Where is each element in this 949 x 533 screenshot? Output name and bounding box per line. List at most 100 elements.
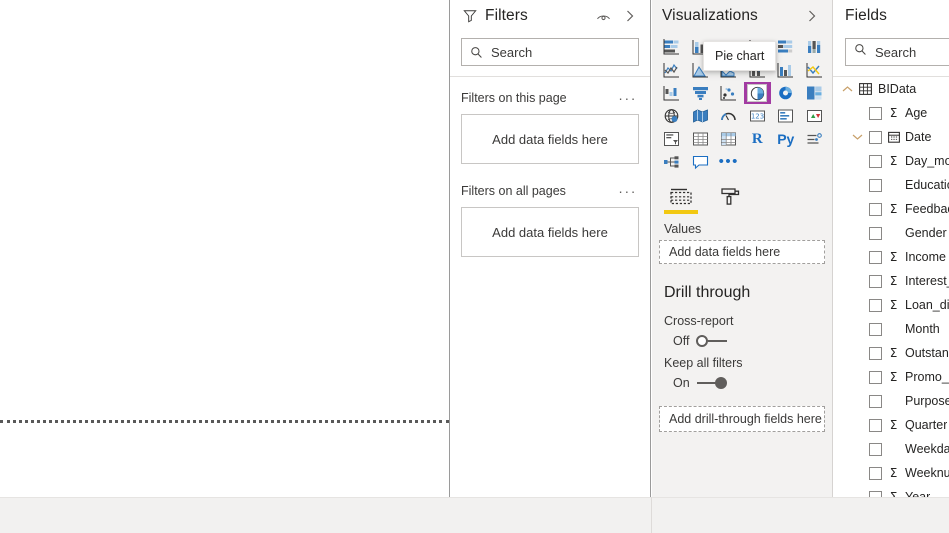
viz-ribbon-chart-icon[interactable] [801, 59, 829, 81]
field-name: Loan_disb [905, 298, 949, 312]
field-row[interactable]: Σ Month [833, 317, 949, 341]
field-checkbox[interactable] [869, 226, 882, 240]
viz-matrix-icon[interactable] [715, 128, 743, 150]
field-row[interactable]: Date [833, 125, 949, 149]
field-checkbox[interactable] [869, 466, 882, 480]
field-checkbox[interactable] [869, 346, 882, 360]
viz-donut-chart-icon[interactable] [772, 82, 800, 104]
viz-table-icon[interactable] [687, 128, 715, 150]
eye-icon[interactable] [593, 6, 613, 26]
viz-funnel-icon[interactable] [687, 82, 715, 104]
viz-line-chart-icon[interactable] [658, 59, 686, 81]
tab-fields[interactable] [664, 185, 698, 215]
field-name: Weeknur [905, 466, 949, 480]
fields-table-bidata[interactable]: BIData [833, 77, 949, 101]
filters-on-all-pages-dropzone[interactable]: Add data fields here [461, 207, 639, 257]
viz-card-icon[interactable]: 123 [744, 105, 772, 127]
field-checkbox[interactable] [869, 418, 882, 432]
report-canvas[interactable] [0, 0, 450, 497]
viz-slicer-icon[interactable] [658, 128, 686, 150]
viz-key-influencers-icon[interactable] [801, 128, 829, 150]
viz-multi-row-card-icon[interactable] [772, 105, 800, 127]
filters-on-all-pages-group: Filters on all pages ··· Add data fields… [450, 164, 650, 257]
viz-pie-chart-icon[interactable] [743, 82, 771, 104]
cross-report-toggle[interactable] [696, 334, 728, 348]
field-checkbox[interactable] [869, 442, 882, 456]
chevron-up-icon[interactable] [841, 85, 853, 93]
field-row[interactable]: Σ Weeknur [833, 461, 949, 485]
field-row[interactable]: Σ Feedback [833, 197, 949, 221]
field-row[interactable]: Σ Purpose [833, 389, 949, 413]
field-checkbox[interactable] [869, 322, 882, 336]
field-name: Year [905, 490, 931, 497]
viz-100-stacked-column-chart-icon[interactable] [801, 36, 829, 58]
field-row[interactable]: Σ Weekday [833, 437, 949, 461]
values-dropzone[interactable]: Add data fields here [659, 240, 825, 264]
viz-treemap-icon[interactable] [801, 82, 829, 104]
sigma-icon: Σ [889, 202, 898, 216]
field-checkbox[interactable] [869, 370, 882, 384]
field-row[interactable]: Σ Year [833, 485, 949, 497]
cross-report-label: Cross-report [664, 314, 734, 328]
filters-on-this-page-group: Filters on this page ··· Add data fields… [450, 77, 650, 164]
r-letter-icon: R [751, 130, 763, 147]
viz-kpi-icon[interactable] [801, 105, 829, 127]
field-name: Income [905, 250, 946, 264]
viz-filled-map-icon[interactable] [687, 105, 715, 127]
search-icon [854, 43, 867, 61]
filters-on-this-page-dropzone[interactable]: Add data fields here [461, 114, 639, 164]
fields-table-name: BIData [878, 82, 917, 96]
canvas-dotted-guide [0, 420, 449, 423]
field-checkbox[interactable] [869, 106, 882, 120]
viz-gauge-icon[interactable] [715, 105, 743, 127]
status-bar-divider [651, 497, 652, 533]
field-row[interactable]: Σ Gender [833, 221, 949, 245]
field-row[interactable]: Σ Age [833, 101, 949, 125]
viz-r-script-visual-icon[interactable]: R [744, 128, 772, 150]
field-checkbox[interactable] [869, 130, 882, 144]
filters-search-input[interactable]: Search [461, 38, 639, 66]
field-checkbox[interactable] [869, 394, 882, 408]
status-bar [0, 497, 949, 533]
keep-all-filters-toggle[interactable] [696, 376, 729, 390]
fields-search-wrapper: Search [833, 32, 949, 74]
field-name: Day_mon [905, 154, 949, 168]
viz-decomposition-tree-icon[interactable] [658, 151, 686, 173]
filters-on-all-pages-menu-button[interactable]: ··· [616, 184, 639, 198]
field-checkbox[interactable] [869, 250, 882, 264]
collapse-filters-chevron-right-icon[interactable] [620, 6, 640, 26]
cross-report-state: Off [673, 334, 690, 348]
field-row[interactable]: Σ Promo_C [833, 365, 949, 389]
viz-scatter-chart-icon[interactable] [715, 82, 743, 104]
field-row[interactable]: Σ Income [833, 245, 949, 269]
viz-smart-narrative-icon[interactable] [687, 151, 715, 173]
field-row[interactable]: Σ Quarter [833, 413, 949, 437]
sigma-icon: Σ [889, 418, 898, 432]
field-row[interactable]: Σ Education [833, 173, 949, 197]
viz-stacked-bar-chart-icon[interactable] [658, 36, 686, 58]
values-label: Values [664, 222, 702, 236]
field-row[interactable]: Σ Outstand [833, 341, 949, 365]
field-row[interactable]: Σ Day_mon [833, 149, 949, 173]
tab-format[interactable] [714, 185, 748, 215]
field-row[interactable]: Σ Loan_disb [833, 293, 949, 317]
viz-more-options-icon[interactable]: ••• [715, 151, 743, 173]
keep-all-filters-toggle-row: On [652, 370, 832, 390]
filters-on-this-page-menu-button[interactable]: ··· [616, 91, 639, 105]
viz-python-visual-icon[interactable]: Py [772, 128, 800, 150]
filters-search-placeholder: Search [491, 44, 533, 60]
viz-map-icon[interactable] [658, 105, 686, 127]
field-checkbox[interactable] [869, 202, 882, 216]
field-checkbox[interactable] [869, 298, 882, 312]
ellipsis-icon: ••• [718, 153, 739, 170]
chevron-down-icon[interactable] [851, 133, 864, 141]
field-checkbox[interactable] [869, 274, 882, 288]
field-checkbox[interactable] [869, 154, 882, 168]
drill-through-dropzone[interactable]: Add drill-through fields here [659, 406, 825, 432]
collapse-visualizations-chevron-right-icon[interactable] [802, 6, 822, 26]
filters-on-all-pages-header: Filters on all pages ··· [461, 184, 639, 198]
field-checkbox[interactable] [869, 178, 882, 192]
fields-search-input[interactable]: Search [845, 38, 949, 66]
field-row[interactable]: Σ Interest_r [833, 269, 949, 293]
viz-waterfall-chart-icon[interactable] [658, 82, 686, 104]
